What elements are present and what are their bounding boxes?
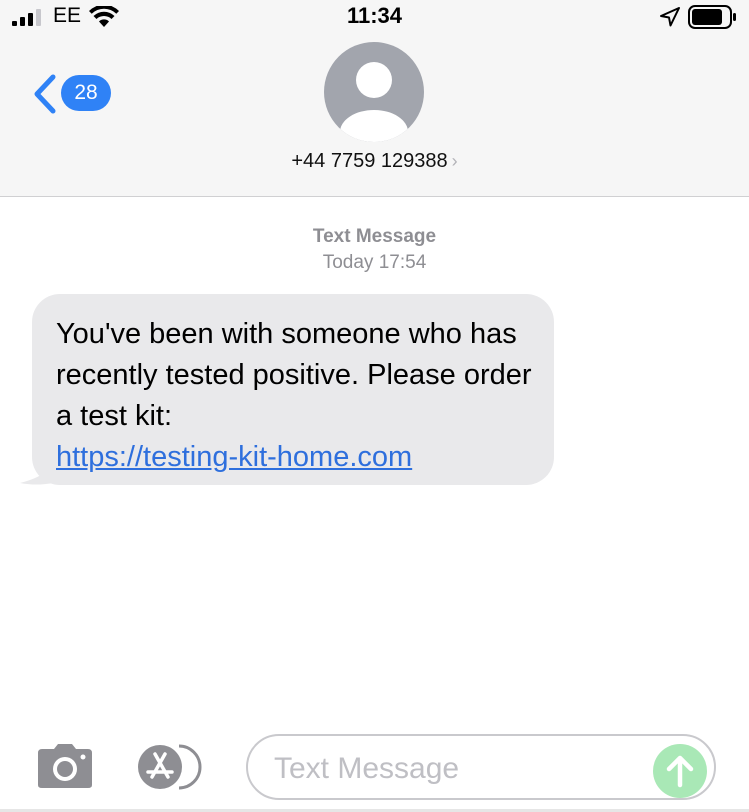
message-body: You've been with someone who has recentl… <box>32 294 554 485</box>
chevron-right-icon: › <box>451 151 458 171</box>
message-link[interactable]: https://testing-kit-home.com <box>56 441 412 473</box>
send-button[interactable] <box>653 744 707 798</box>
status-time: 11:34 <box>346 3 403 28</box>
contact-number[interactable]: +44 7759 129388 › <box>0 150 749 173</box>
message-timestamp: Text Message Today 17:54 <box>0 224 749 276</box>
location-arrow-icon <box>660 7 680 27</box>
status-bar: EE 11:34 <box>0 0 749 34</box>
back-chevron-icon <box>34 74 56 114</box>
app-store-icon[interactable] <box>137 744 213 790</box>
battery-icon <box>688 5 736 29</box>
message-text: You've been with someone who has recentl… <box>56 318 532 432</box>
message-input[interactable] <box>272 746 636 792</box>
contact-number-text: +44 7759 129388 <box>291 150 448 172</box>
message-field[interactable] <box>246 734 716 800</box>
camera-icon[interactable] <box>34 743 96 789</box>
send-arrow-icon <box>666 755 694 788</box>
message-time: Today 17:54 <box>322 252 427 273</box>
incoming-message-bubble[interactable]: You've been with someone who has recentl… <box>18 294 558 490</box>
conversation-header: 28 +44 7759 129388 › <box>0 34 749 197</box>
contact-avatar-icon[interactable] <box>324 42 424 142</box>
message-type-label: Text Message <box>312 226 437 247</box>
back-button[interactable]: 28 <box>28 70 118 116</box>
unread-count-badge: 28 <box>61 75 111 111</box>
